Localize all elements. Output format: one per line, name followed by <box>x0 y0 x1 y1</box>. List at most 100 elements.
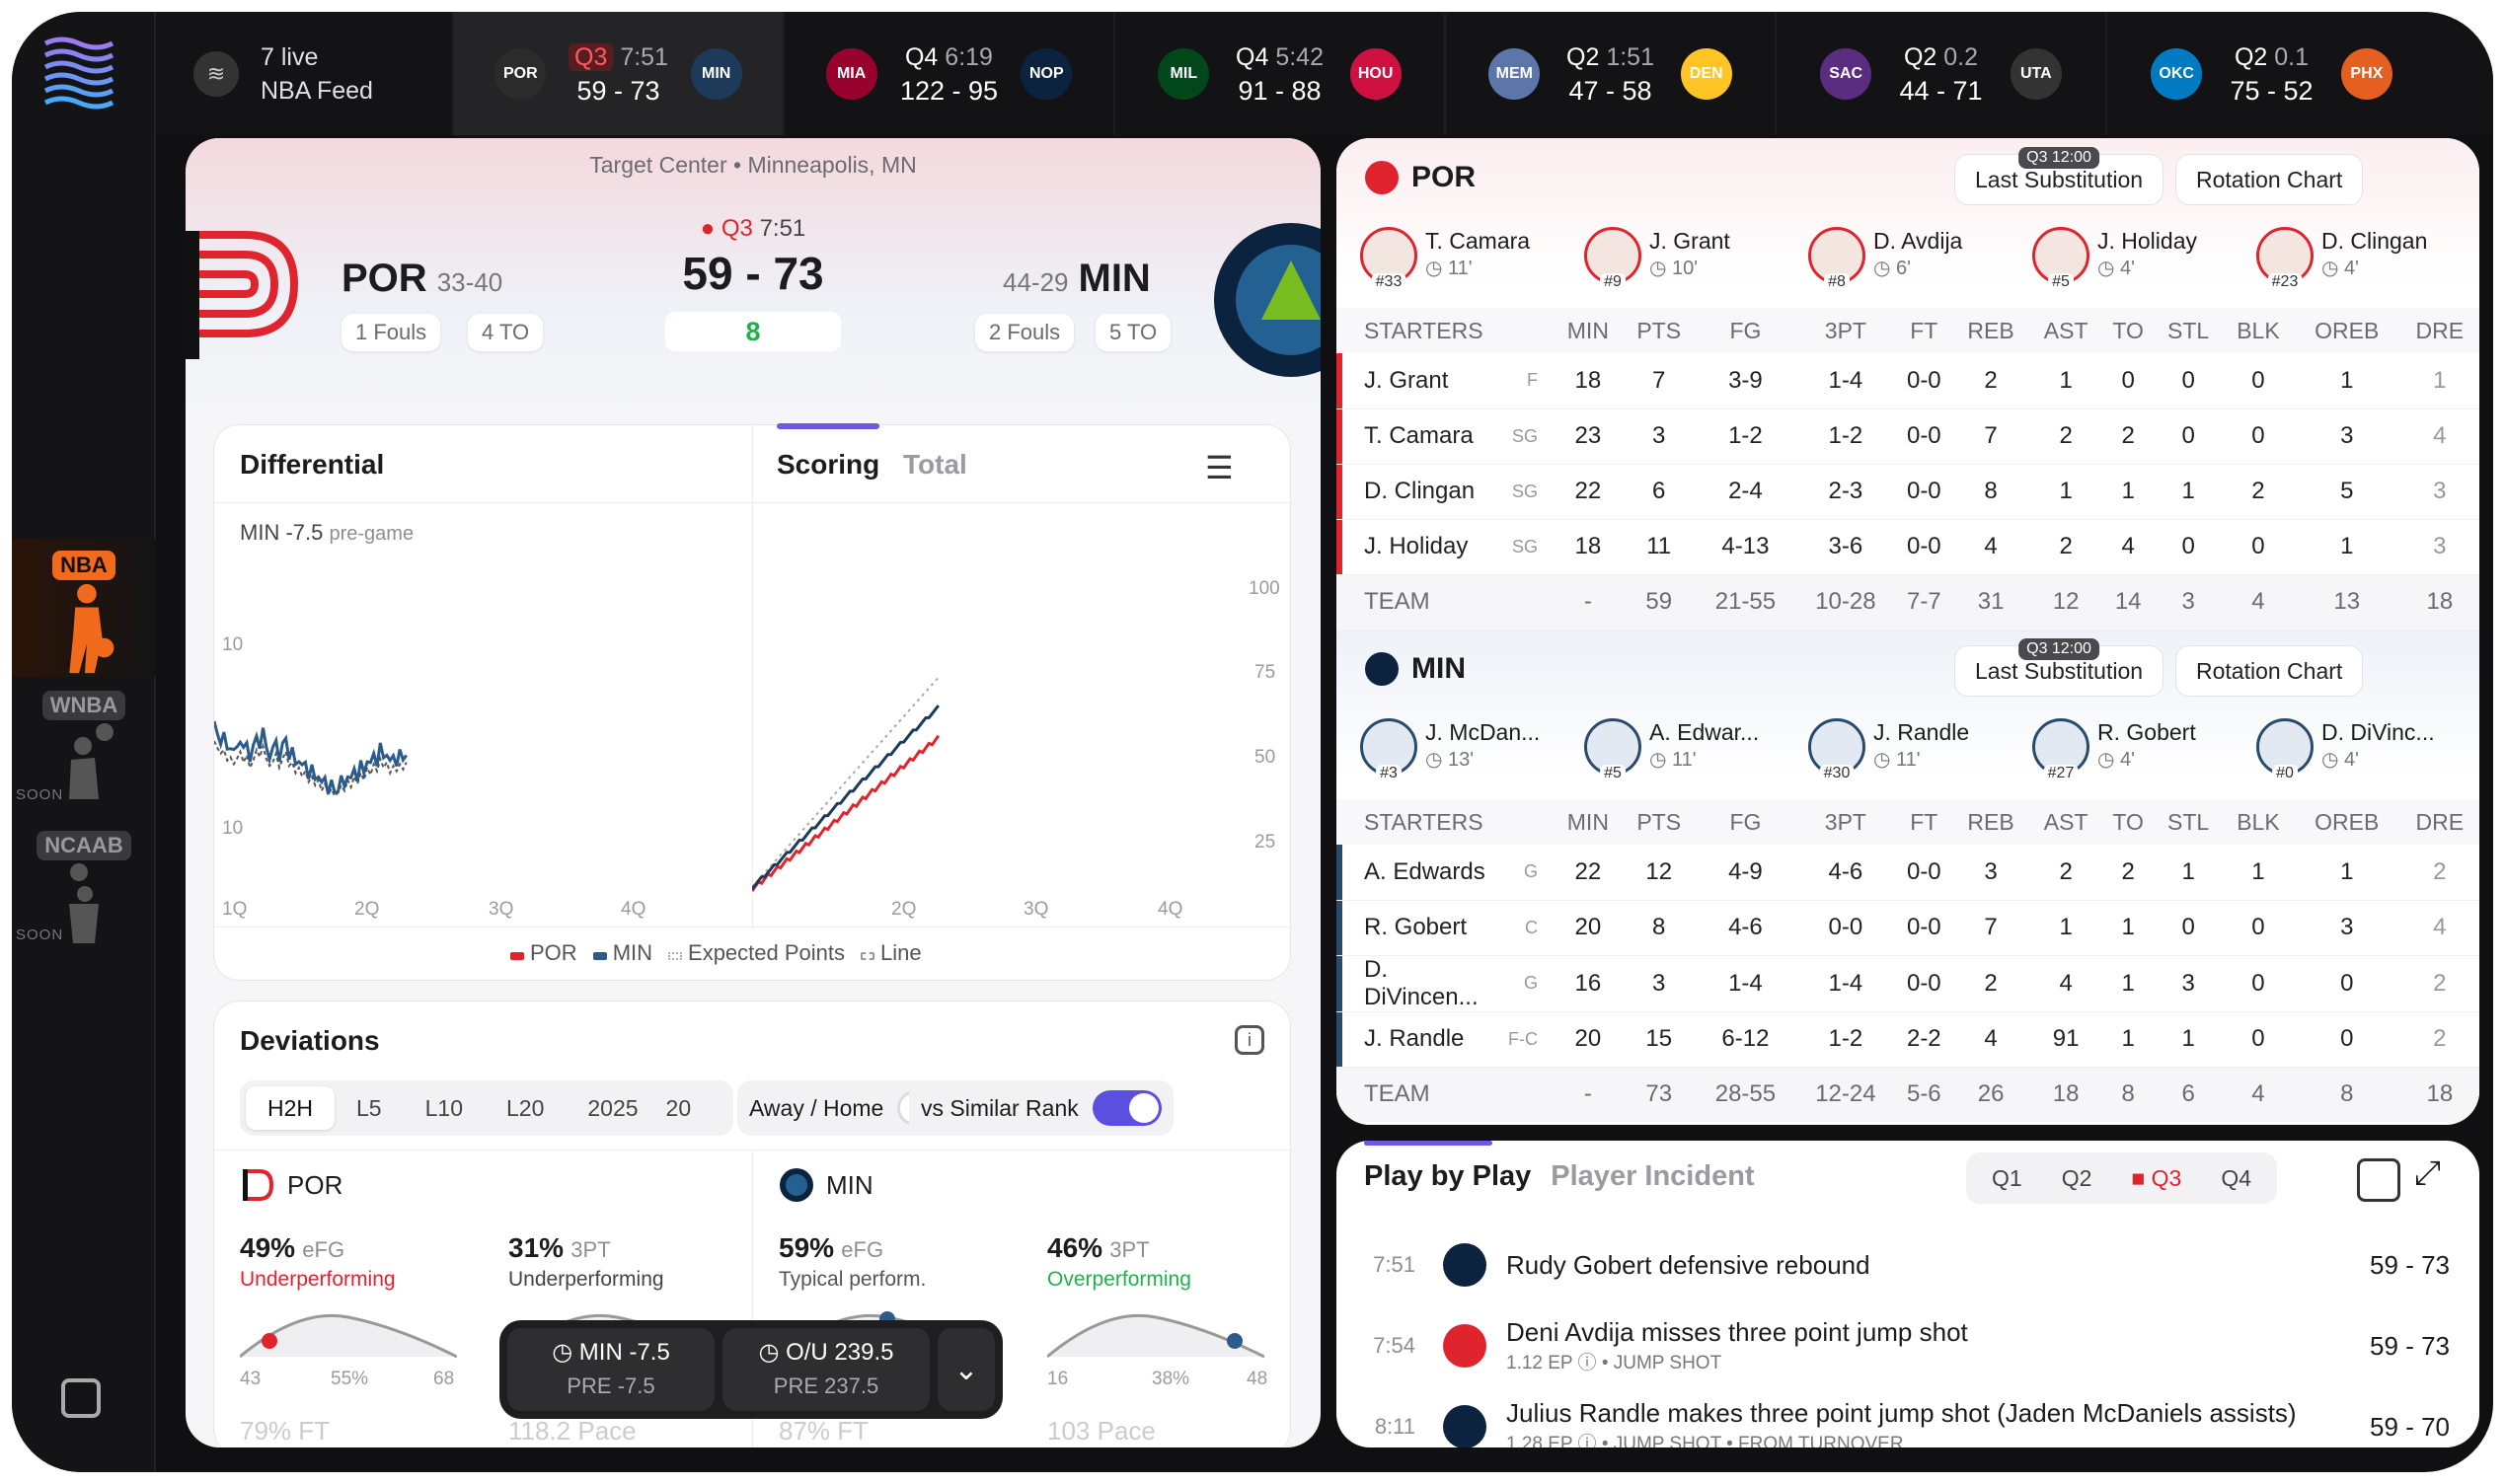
away-logo-icon: MIA <box>825 47 877 100</box>
away-to: 4 TO <box>468 314 544 351</box>
chevron-down-icon[interactable]: ⌄ <box>938 1328 995 1411</box>
on-court-player[interactable]: #9 J. Grant ◷ 10' <box>1560 227 1784 306</box>
player-name: D. DiVinc... <box>2321 719 2435 745</box>
rotation-chart-button[interactable]: Rotation Chart <box>2175 645 2364 697</box>
game-tile[interactable]: SAC Q2 0.2 44 - 71 UTA <box>1775 12 2105 135</box>
stat-cell: 28-55 <box>1695 1067 1796 1122</box>
player-minutes: ◷ 10' <box>1649 258 1699 279</box>
on-court-player[interactable]: #30 J. Randle ◷ 11' <box>1784 718 2009 797</box>
table-row[interactable]: T. Camara SG 23 3 1-2 1-2 0-0 7 2 2 0 0 3 4 <box>1336 408 2479 464</box>
faded-stat: 118.2 Pace <box>508 1416 637 1446</box>
stat-cell: 20 <box>1574 1025 1602 1052</box>
tab-q3[interactable]: ■ Q3 <box>2111 1165 2201 1192</box>
tab-20[interactable]: 20 <box>660 1086 698 1130</box>
on-court-player[interactable]: #33 T. Camara ◷ 11' <box>1336 227 1560 306</box>
expand-icon[interactable]: ⤢ <box>2414 1154 2441 1193</box>
tab-h2h[interactable]: H2H <box>246 1086 336 1130</box>
profile-icon[interactable] <box>61 1378 101 1418</box>
stat-cell: 4-6 <box>1728 914 1763 940</box>
game-tile[interactable]: MIA Q4 6:19 122 - 95 NOP <box>783 12 1113 135</box>
nba-feed-button[interactable]: ≋ 7 live NBA Feed <box>156 12 452 135</box>
stat-cell: 0-0 <box>1906 857 1941 885</box>
league-wnba[interactable]: WNBA SOON <box>12 679 156 817</box>
tab-2025[interactable]: 2025 <box>566 1086 659 1130</box>
pbp-row[interactable]: 7:51 Rudy Gobert defensive rebound 59 - 73 <box>1336 1229 2479 1300</box>
away-logo-icon: SAC <box>1820 47 1872 100</box>
stat-cell: 3 <box>2433 533 2447 559</box>
col-header: BLK <box>2222 799 2294 845</box>
y-tick: 100 <box>1249 578 1280 599</box>
on-court-player[interactable]: #27 R. Gobert ◷ 4' <box>2009 718 2233 797</box>
stat-cell: 5-6 <box>1895 1067 1952 1122</box>
league-ncaab[interactable]: NCAAB SOON <box>12 819 156 957</box>
player-name: R. Gobert <box>2097 719 2196 745</box>
q-label: 2Q <box>354 899 380 920</box>
score-away: 59 <box>682 248 733 299</box>
rotation-chart-button[interactable]: Rotation Chart <box>2175 154 2364 205</box>
game-tile[interactable]: POR Q3 7:51 59 - 73 MIN <box>452 12 783 135</box>
on-court-player[interactable]: #0 D. DiVinc... ◷ 4' <box>2233 718 2457 797</box>
stat-cell: - <box>1554 574 1623 630</box>
similar-rank-switch[interactable] <box>1092 1090 1162 1126</box>
stat-cell: 4 <box>2059 969 2073 997</box>
ou-button[interactable]: ◷ O/U 239.5 PRE 237.5 <box>722 1328 930 1411</box>
tab-q1[interactable]: Q1 <box>1972 1165 2042 1192</box>
starters-header: STARTERS <box>1336 799 1494 845</box>
tab-total[interactable]: Total <box>903 449 967 481</box>
stat-cell: 1 <box>2121 914 2135 940</box>
table-row[interactable]: D. DiVincen... G 16 3 1-4 1-4 0-0 2 4 1 3 0 0 2 <box>1336 955 2479 1011</box>
game-score: 91 - 88 <box>1238 75 1322 106</box>
on-court-player[interactable]: #5 A. Edwar... ◷ 11' <box>1560 718 1784 797</box>
avatar: #3 <box>1360 718 1417 782</box>
on-court-player[interactable]: #3 J. McDan... ◷ 13' <box>1336 718 1560 797</box>
col-header: BLK <box>2222 308 2294 353</box>
on-court-player[interactable]: #23 D. Clingan ◷ 4' <box>2233 227 2457 306</box>
game-tile[interactable]: MIL Q4 5:42 91 - 88 HOU <box>1113 12 1444 135</box>
table-row[interactable]: J. Holiday SG 18 11 4-13 3-6 0-0 4 2 4 0 0 1 3 <box>1336 519 2479 574</box>
clock-icon: ◷ <box>758 1339 787 1366</box>
player-name: T. Camara <box>1364 422 1474 449</box>
league-nba[interactable]: NBA <box>12 539 156 677</box>
player-name: D. DiVincen... <box>1364 955 1479 1010</box>
stat-cell: - <box>1554 1067 1623 1122</box>
team-row: TEAM -73 28-55 12-24 5-6 26 18 8 6 4 8 18 <box>1336 1067 2479 1122</box>
col-header: FT <box>1895 308 1952 353</box>
on-court-player[interactable]: #5 J. Holiday ◷ 4' <box>2009 227 2233 306</box>
team-row: TEAM -59 21-55 10-28 7-7 31 12 14 3 4 13 18 <box>1336 574 2479 630</box>
pbp-row[interactable]: 8:11 Julius Randle makes three point jump… <box>1336 1391 2479 1447</box>
tab-player-incident[interactable]: Player Incident <box>1551 1160 1754 1192</box>
table-row[interactable]: D. Clingan SG 22 6 2-4 2-3 0-0 8 1 1 1 2 5 3 <box>1336 464 2479 519</box>
last-substitution-button[interactable]: Q3 12:00 Last Substitution <box>1954 638 2164 697</box>
tab-l10[interactable]: L10 <box>404 1086 485 1130</box>
stat-cell: 7 <box>1984 914 1998 940</box>
tab-q4[interactable]: Q4 <box>2201 1165 2271 1192</box>
chart-list-icon[interactable]: ☰ <box>1205 449 1234 486</box>
tab-l5[interactable]: L5 <box>335 1086 404 1130</box>
game-tile[interactable]: OKC Q2 0.1 75 - 52 PHX <box>2105 12 2436 135</box>
stat-cell: 22 <box>1574 478 1602 504</box>
table-row[interactable]: R. Gobert C 20 8 4-6 0-0 0-0 7 1 1 0 0 3 4 <box>1336 900 2479 955</box>
ou-pre: PRE 237.5 <box>773 1373 879 1398</box>
home-abbr: MIN <box>1078 257 1151 300</box>
on-court-player[interactable]: #8 D. Avdija ◷ 6' <box>1784 227 2009 306</box>
tab-play-by-play[interactable]: Play by Play <box>1364 1160 1531 1192</box>
box-score-table: STARTERS MIN PTS FG 3PT FT REB AST TO STL BLK OREB D… <box>1336 799 2479 1122</box>
tab-l20[interactable]: L20 <box>485 1086 566 1130</box>
game-tile[interactable]: MEM Q2 1:51 47 - 58 DEN <box>1444 12 1775 135</box>
stat-cell: 23 <box>1574 422 1602 449</box>
tab-scoring[interactable]: Scoring <box>777 449 879 481</box>
tab-q2[interactable]: Q2 <box>2042 1165 2112 1192</box>
table-row[interactable]: J. Grant F 18 7 3-9 1-4 0-0 2 1 0 0 0 1 1 <box>1336 353 2479 408</box>
table-row[interactable]: J. Randle F-C 20 15 6-12 1-2 2-2 4 91 1 1 0 0 2 <box>1336 1011 2479 1067</box>
stat-cell: 73 <box>1622 1067 1696 1122</box>
external-link-icon[interactable] <box>2357 1158 2400 1202</box>
similar-rank-toggle[interactable]: vs Similar Rank <box>909 1080 1174 1136</box>
q-label: 4Q <box>1158 899 1183 920</box>
table-row[interactable]: A. Edwards G 22 12 4-9 4-6 0-0 3 2 2 1 1 1 2 <box>1336 845 2479 900</box>
info-icon[interactable]: i <box>1235 1025 1264 1055</box>
spread-button[interactable]: ◷ MIN -7.5 PRE -7.5 <box>507 1328 715 1411</box>
last-substitution-button[interactable]: Q3 12:00 Last Substitution <box>1954 147 2164 205</box>
legend-por: POR <box>510 940 577 966</box>
similar-rank-label: vs Similar Rank <box>921 1094 1079 1121</box>
pbp-row[interactable]: 7:54 Deni Avdija misses three point jump … <box>1336 1310 2479 1381</box>
